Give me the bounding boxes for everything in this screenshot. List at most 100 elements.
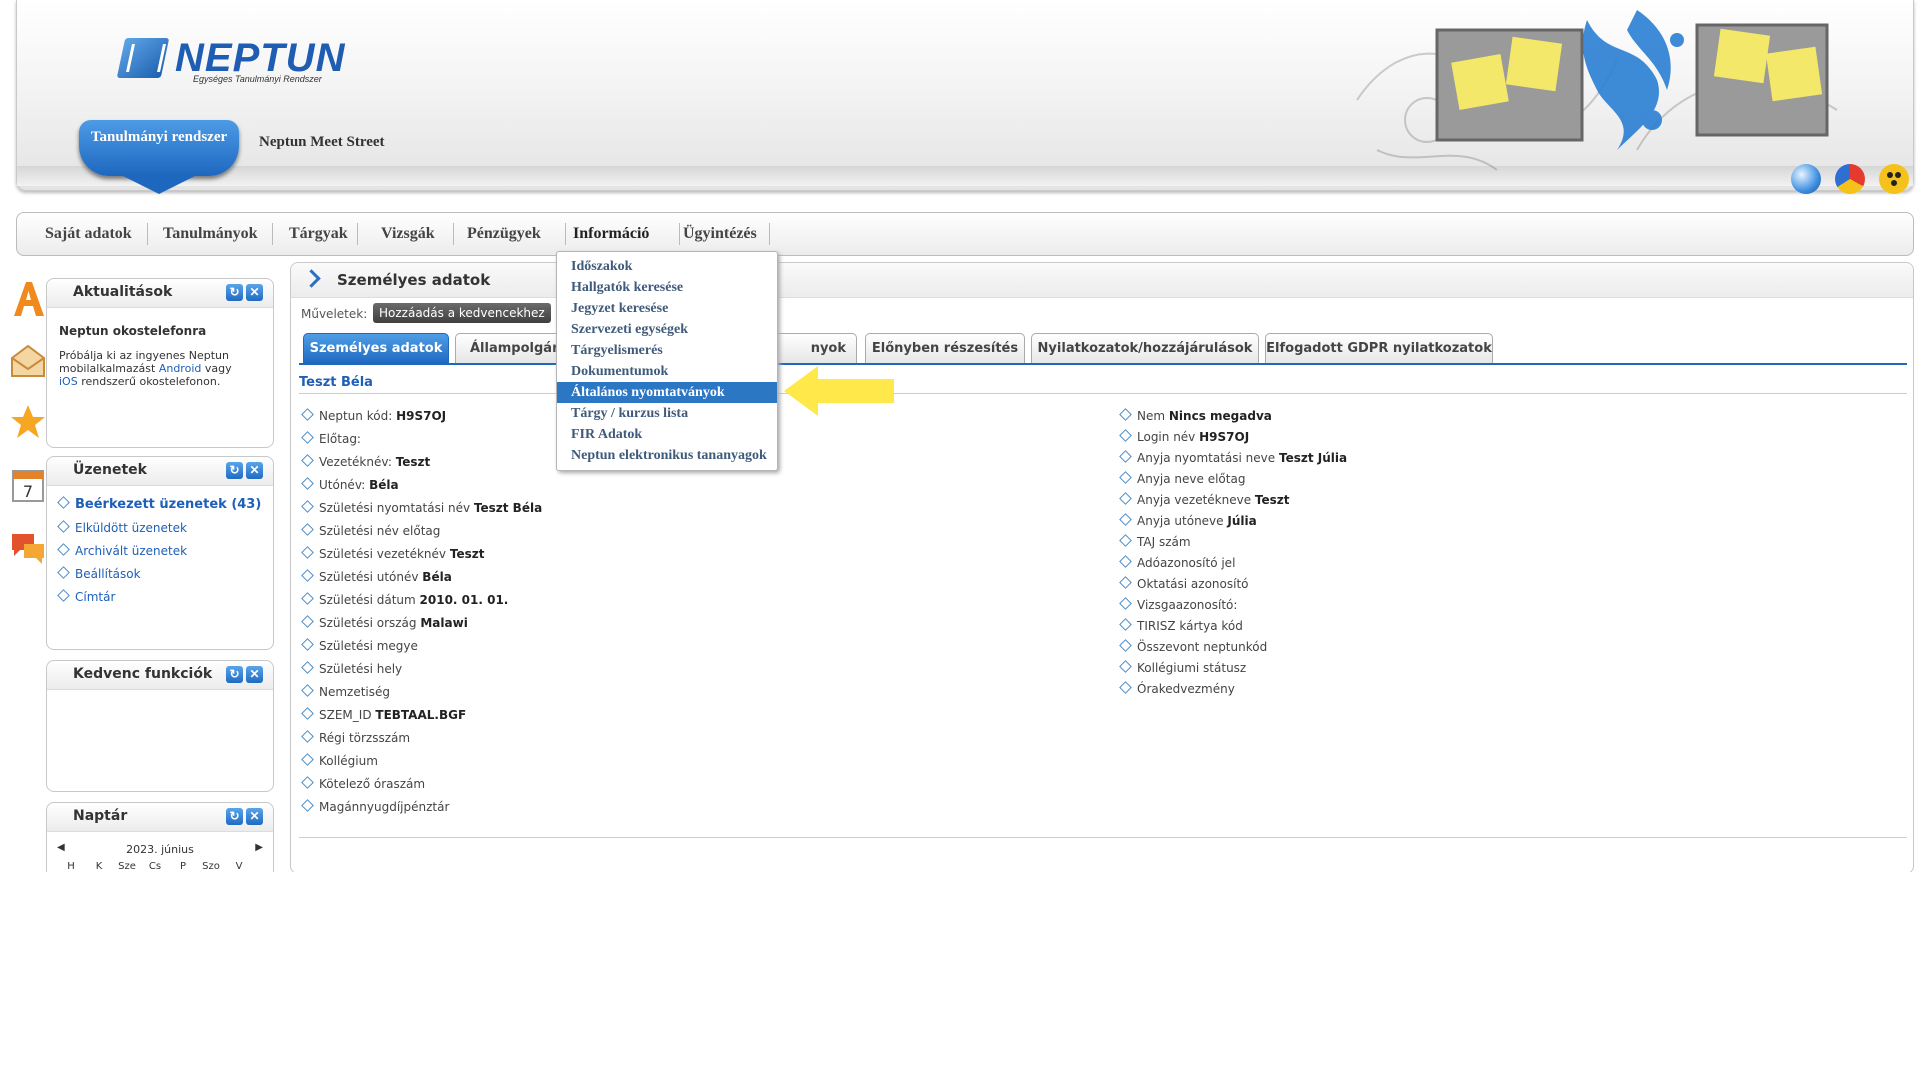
inbox-link[interactable]: Beérkezett üzenetek (43) [57, 496, 261, 512]
news-widget-title: Aktualitások [73, 284, 173, 300]
field-row: Születési utónév Béla [301, 569, 452, 584]
dropdown-item-targy-kurzus-lista[interactable]: Tárgy / kurzus lista [557, 403, 777, 424]
news-text: vagy [204, 362, 232, 375]
neptun-logo[interactable]: NEPTUN Egységes Tanulmányi Rendszer [107, 36, 344, 86]
diamond-bullet-icon [1119, 450, 1132, 463]
dropdown-item-targyelismeres[interactable]: Tárgyelismerés [557, 340, 777, 361]
close-icon[interactable]: ✕ [246, 284, 263, 301]
weekday-label: Szo [202, 861, 220, 872]
globe-icon[interactable] [1791, 164, 1821, 194]
refresh-icon[interactable]: ↻ [226, 808, 243, 825]
dropdown-item-altalanos-nyomtatvanyok[interactable]: Általános nyomtatványok [557, 382, 777, 403]
directory-link[interactable]: Címtár [57, 589, 115, 604]
menu-separator [453, 223, 454, 245]
diamond-bullet-icon [1119, 429, 1132, 442]
dropdown-item-hallgatok-keresese[interactable]: Hallgatók keresése [557, 277, 777, 298]
menu-penzugyek[interactable]: Pénzügyek [467, 225, 541, 243]
diamond-bullet-icon [301, 661, 314, 674]
menu-separator [565, 223, 566, 245]
news-text-line: iOS rendszerű okostelefonon. [59, 375, 220, 388]
menu-separator [272, 223, 273, 245]
refresh-icon[interactable]: ↻ [226, 462, 243, 479]
messages-icon[interactable] [10, 342, 46, 382]
field-row: Születési név előtag [301, 523, 440, 538]
main-menu: Saját adatok Tanulmányok Tárgyak Vizsgák… [16, 212, 1914, 256]
tab-partial[interactable]: nyok [777, 333, 857, 363]
refresh-icon[interactable]: ↻ [226, 666, 243, 683]
close-icon[interactable]: ✕ [246, 808, 263, 825]
settings-link[interactable]: Beállítások [57, 566, 141, 581]
field-row: Születési dátum 2010. 01. 01. [301, 592, 508, 607]
diamond-bullet-icon [1119, 639, 1132, 652]
dropdown-item-elektronikus-tananyagok[interactable]: Neptun elektronikus tananyagok [557, 445, 777, 466]
accessibility-icon[interactable] [1879, 164, 1909, 194]
field-label: Login név [1137, 430, 1196, 444]
archived-messages-link[interactable]: Archivált üzenetek [57, 543, 187, 558]
weekday-label: Cs [148, 861, 162, 872]
diamond-bullet-icon [301, 431, 314, 444]
news-headline[interactable]: Neptun okostelefonra [59, 324, 206, 338]
refresh-icon[interactable]: ↻ [226, 284, 243, 301]
personal-data-panel: Személyes adatok Műveletek: Hozzáadás a … [290, 262, 1914, 872]
diamond-bullet-icon [301, 408, 314, 421]
field-row: TIRISZ kártya kód [1119, 618, 1243, 633]
diamond-bullet-icon [301, 569, 314, 582]
close-icon[interactable]: ✕ [246, 666, 263, 683]
add-to-favorites-button[interactable]: Hozzáadás a kedvencekhez [373, 303, 551, 323]
field-label: Születési vezetéknév [319, 547, 447, 561]
field-row: Vizsgaazonosító: [1119, 597, 1237, 612]
menu-ugyintezes[interactable]: Ügyintézés [683, 225, 757, 243]
tab-nyilatkozatok[interactable]: Nyilatkozatok/hozzájárulások [1031, 333, 1259, 364]
announcements-icon[interactable] [10, 278, 46, 318]
system-tab[interactable]: Tanulmányi rendszer [79, 120, 239, 194]
calendar-widget-header: Naptár ↻ ✕ [47, 803, 273, 832]
calendar-month: 2023. június [126, 843, 194, 856]
field-label: Kötelező óraszám [319, 777, 426, 791]
tab-gdpr-nyilatkozatok[interactable]: Elfogadott GDPR nyilatkozatok [1265, 333, 1493, 364]
menu-vizsgak[interactable]: Vizsgák [381, 225, 435, 243]
calendar-widget: Naptár ↻ ✕ ◀ ▶ 2023. június H K Sze Cs P Szo V [46, 802, 274, 872]
field-label: Anyja vezetékneve [1137, 493, 1252, 507]
field-row: Születési nyomtatási név Teszt Béla [301, 500, 542, 515]
diamond-bullet-icon [301, 684, 314, 697]
tab-elonyben-reszesites[interactable]: Előnyben részesítés [865, 333, 1025, 364]
field-row: Anyja neve előtag [1119, 471, 1245, 486]
color-theme-icon[interactable] [1835, 164, 1865, 194]
news-text: mobilalkalmazást [59, 362, 156, 375]
field-label: Előtag: [319, 432, 361, 446]
favorites-star-icon[interactable] [10, 402, 46, 442]
field-row: Régi törzsszám [301, 730, 410, 745]
dropdown-item-jegyzet-keresese[interactable]: Jegyzet keresése [557, 298, 777, 319]
menu-informacio[interactable]: Információ [573, 225, 649, 243]
menu-targyak[interactable]: Tárgyak [289, 225, 348, 243]
page-title: Személyes adatok [337, 271, 491, 289]
close-icon[interactable]: ✕ [246, 462, 263, 479]
dropdown-item-idoszakok[interactable]: Időszakok [557, 256, 777, 277]
field-row: Születési megye [301, 638, 418, 653]
android-link[interactable]: Android [159, 362, 202, 375]
menu-sajat-adatok[interactable]: Saját adatok [45, 225, 132, 243]
ios-link[interactable]: iOS [59, 375, 78, 388]
field-value: H9S7OJ [396, 409, 447, 423]
chat-forum-icon[interactable] [10, 528, 46, 568]
field-label: SZEM_ID [319, 708, 372, 722]
calendar-icon[interactable]: 7 [10, 466, 46, 506]
field-row: Születési ország Malawi [301, 615, 468, 630]
tab-szemelyes-adatok[interactable]: Személyes adatok [303, 333, 449, 364]
dropdown-item-dokumentumok[interactable]: Dokumentumok [557, 361, 777, 382]
menu-tanulmanyok[interactable]: Tanulmányok [163, 225, 258, 243]
sent-messages-link[interactable]: Elküldött üzenetek [57, 520, 187, 535]
header: NEPTUN Egységes Tanulmányi Rendszer Tanu… [16, 0, 1914, 194]
diamond-bullet-icon [57, 589, 70, 602]
field-value: H9S7OJ [1199, 430, 1250, 444]
field-value: Teszt [395, 455, 431, 469]
meet-street-link[interactable]: Neptun Meet Street [259, 134, 385, 151]
dropdown-item-fir-adatok[interactable]: FIR Adatok [557, 424, 777, 445]
field-row: Születési vezetéknév Teszt [301, 546, 484, 561]
dropdown-item-szervezeti-egysegek[interactable]: Szervezeti egységek [557, 319, 777, 340]
field-row: Anyja nyomtatási neve Teszt Júlia [1119, 450, 1347, 465]
field-value: Júlia [1227, 514, 1257, 528]
news-text-line: mobilalkalmazást Android vagy [59, 362, 232, 375]
informacio-dropdown: Időszakok Hallgatók keresése Jegyzet ker… [556, 251, 778, 471]
field-value: Malawi [420, 616, 468, 630]
